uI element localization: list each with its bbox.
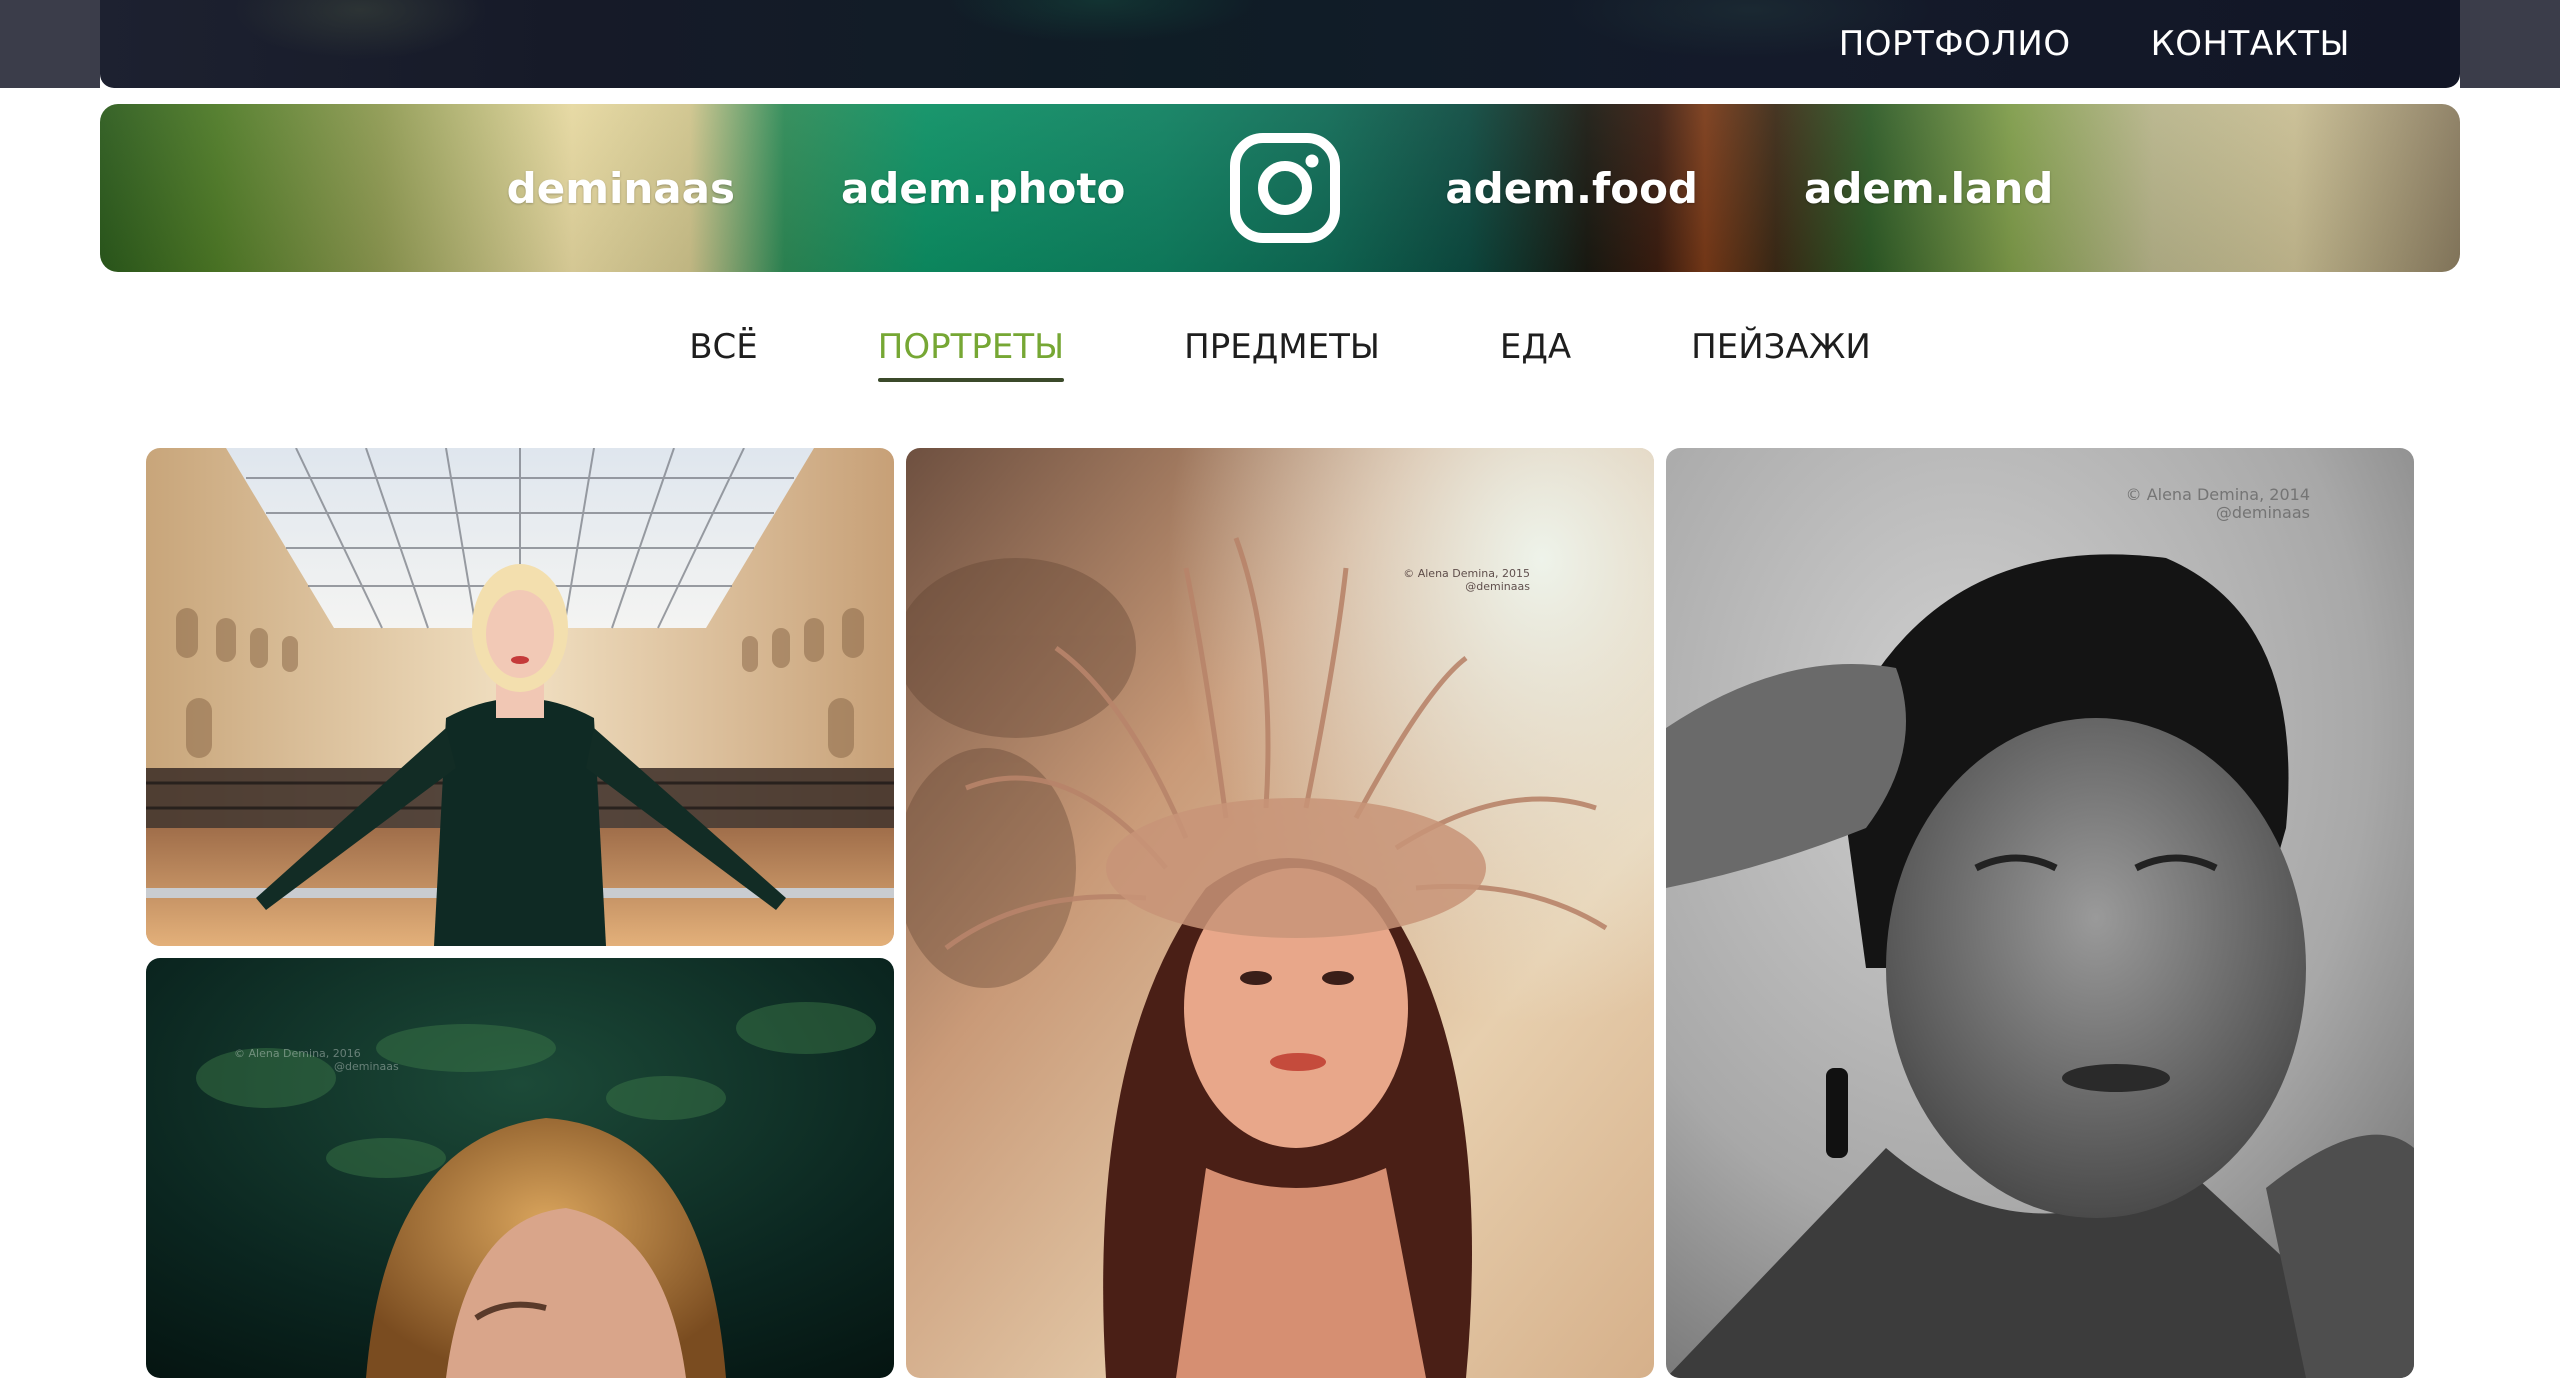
photo-bw-image: [1666, 448, 2414, 1378]
instagram-link-adem-photo[interactable]: adem.photo: [841, 164, 1125, 213]
instagram-accounts-row: deminaas adem.photo adem.food adem.land: [100, 104, 2460, 272]
photo-woman-with-wreath[interactable]: © Alena Demina, 2015 @deminaas: [906, 448, 1654, 1378]
photo-forest-image: [146, 958, 894, 1378]
watermark-copyright: © Alena Demina, 2014: [2125, 485, 2310, 504]
photo-watermark: © Alena Demina, 2015 @deminaas: [1403, 567, 1530, 593]
nav-link-contacts[interactable]: КОНТАКТЫ: [2151, 24, 2350, 64]
watermark-handle: @deminaas: [334, 1059, 399, 1073]
watermark-copyright: © Alena Demina, 2015: [1403, 567, 1530, 580]
topbar-left-edge: [0, 0, 100, 88]
filter-objects[interactable]: ПРЕДМЕТЫ: [1184, 320, 1380, 382]
top-navigation-bar: ПОРТФОЛИО КОНТАКТЫ: [100, 0, 2460, 88]
filter-food[interactable]: ЕДА: [1500, 320, 1571, 382]
photo-watermark: © Alena Demina, 2014 @deminaas: [2125, 485, 2310, 523]
instagram-link-deminaas[interactable]: deminaas: [507, 164, 735, 213]
photo-gallery: © Alena Demina, 2016 @deminaas © Alena D…: [146, 448, 2414, 1378]
photo-woman-in-arcade[interactable]: [146, 448, 894, 946]
filter-landscapes[interactable]: ПЕЙЗАЖИ: [1691, 320, 1871, 382]
watermark-handle: @deminaas: [2215, 503, 2310, 523]
photo-watermark: © Alena Demina, 2016 @deminaas: [234, 1047, 399, 1073]
nav-link-portfolio[interactable]: ПОРТФОЛИО: [1839, 24, 2071, 64]
watermark-copyright: © Alena Demina, 2016: [234, 1047, 361, 1060]
instagram-icon[interactable]: [1229, 132, 1341, 244]
instagram-link-adem-food[interactable]: adem.food: [1445, 164, 1698, 213]
instagram-link-adem-land[interactable]: adem.land: [1804, 164, 2053, 213]
instagram-banner: deminaas adem.photo adem.food adem.land: [100, 104, 2460, 272]
photo-wreath-image: [906, 448, 1654, 1378]
filter-all[interactable]: ВСЁ: [689, 320, 758, 382]
main-nav: ПОРТФОЛИО КОНТАКТЫ: [1839, 0, 2350, 88]
watermark-handle: @deminaas: [1465, 579, 1530, 593]
topbar-right-edge: [2460, 0, 2560, 88]
photo-black-and-white-portrait[interactable]: © Alena Demina, 2014 @deminaas: [1666, 448, 2414, 1378]
filter-portraits[interactable]: ПОРТРЕТЫ: [877, 320, 1065, 382]
category-filter: ВСЁ ПОРТРЕТЫ ПРЕДМЕТЫ ЕДА ПЕЙЗАЖИ: [0, 320, 2560, 390]
photo-woman-in-forest[interactable]: © Alena Demina, 2016 @deminaas: [146, 958, 894, 1378]
photo-arcade-image: [146, 448, 894, 946]
